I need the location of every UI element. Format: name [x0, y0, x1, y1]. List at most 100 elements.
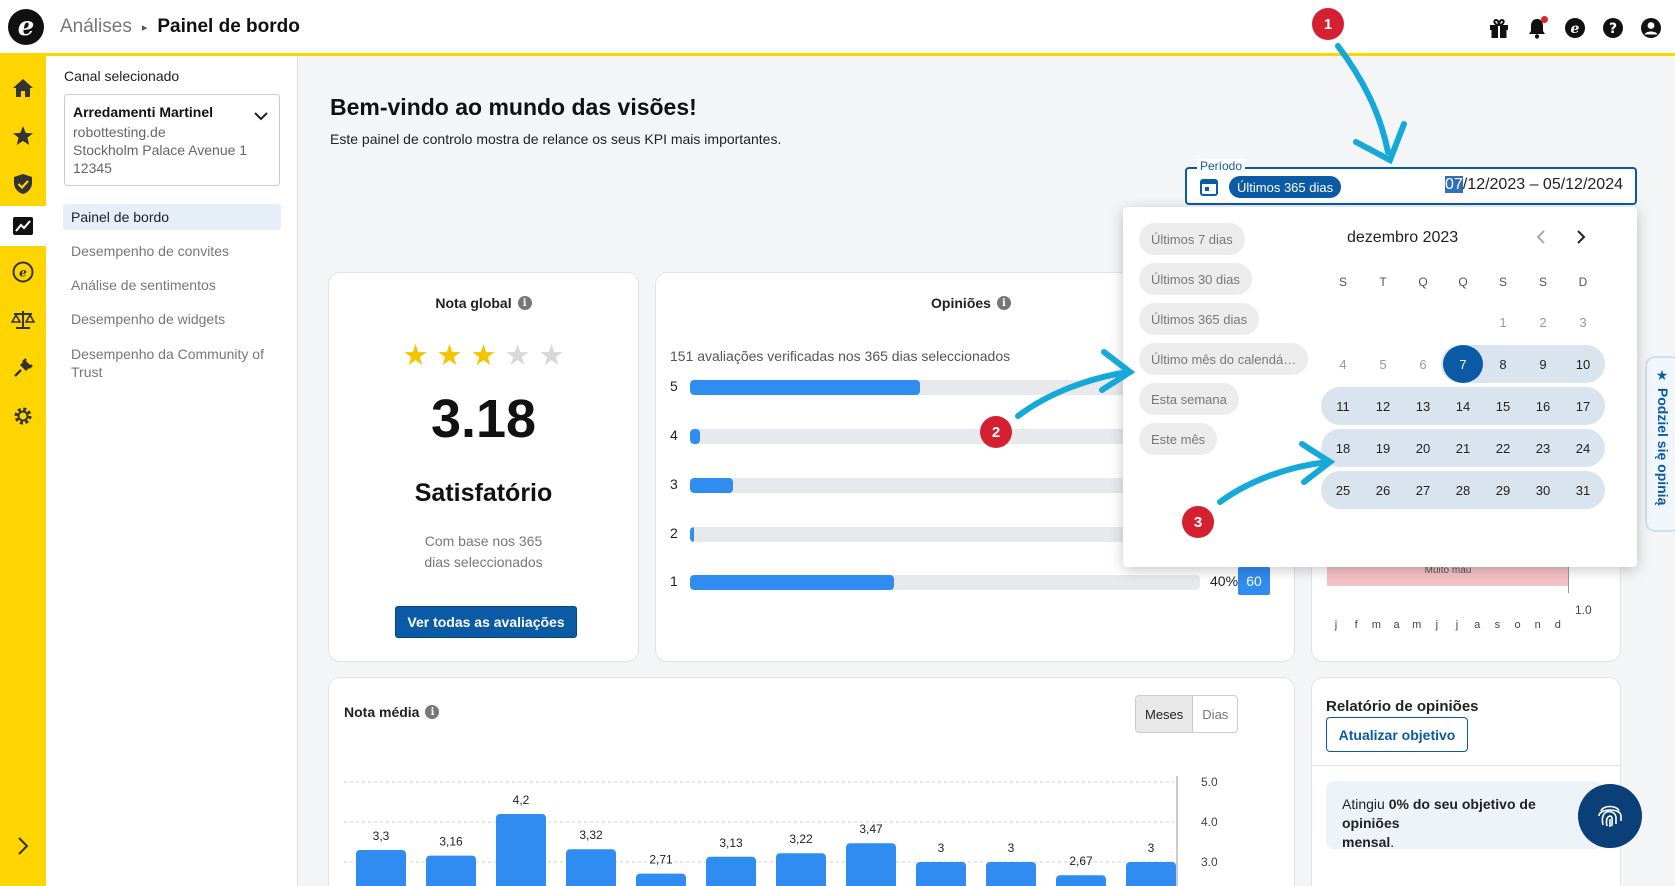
calendar-day[interactable]: 12: [1363, 387, 1403, 425]
feedback-side-tab[interactable]: ★ Podziel się opinią: [1645, 356, 1675, 532]
calendar-day[interactable]: 6: [1403, 345, 1443, 383]
chevron-down-icon[interactable]: [253, 107, 269, 125]
period-range[interactable]: 07/12/2023 – 05/12/2024: [1445, 176, 1623, 194]
brand-circle-icon[interactable]: e: [1563, 16, 1587, 40]
chart-bar[interactable]: [846, 843, 896, 886]
period-start-day[interactable]: 07: [1445, 176, 1463, 193]
calendar-day[interactable]: 26: [1363, 471, 1403, 509]
chevron-left-icon[interactable]: [1535, 229, 1547, 250]
chart-bar[interactable]: [636, 873, 686, 886]
calendar-day[interactable]: 9: [1523, 345, 1563, 383]
calendar-day[interactable]: 25: [1323, 471, 1363, 509]
calendar-day[interactable]: 28: [1443, 471, 1483, 509]
calendar-day[interactable]: 4: [1323, 345, 1363, 383]
chart-bar-label: 3,13: [719, 836, 743, 850]
calendar-day[interactable]: 29: [1483, 471, 1523, 509]
quick-range-option[interactable]: Últimos 7 dias: [1139, 223, 1245, 255]
chevron-right-icon[interactable]: [1575, 229, 1587, 250]
scales-icon[interactable]: [0, 300, 46, 340]
star-filled-icon: ★: [470, 340, 497, 372]
quick-range-option[interactable]: Último mês do calendá…: [1139, 343, 1309, 375]
calendar-day[interactable]: 14: [1443, 387, 1483, 425]
calendar-day[interactable]: 24: [1563, 429, 1603, 467]
breadcrumb-parent[interactable]: Análises: [60, 16, 132, 38]
quick-range-option[interactable]: Este mês: [1139, 423, 1218, 455]
calendar-icon[interactable]: [1199, 177, 1219, 202]
sidebar-item-community[interactable]: Desempenho da Community of Trust: [63, 340, 281, 380]
calendar-day[interactable]: 19: [1363, 429, 1403, 467]
calendar-day[interactable]: 31: [1563, 471, 1603, 509]
channel-address: Stockholm Palace Avenue 1: [73, 142, 248, 158]
calendar-day[interactable]: 15: [1483, 387, 1523, 425]
quick-range-option[interactable]: Últimos 30 dias: [1139, 263, 1252, 295]
gift-icon[interactable]: [1487, 16, 1511, 40]
sidebar-item-convites[interactable]: Desempenho de convites: [63, 238, 281, 264]
gear-icon[interactable]: [0, 396, 46, 436]
bell-icon[interactable]: [1525, 16, 1549, 40]
calendar-day[interactable]: 2: [1523, 303, 1563, 341]
period-chip[interactable]: Últimos 365 dias: [1229, 176, 1342, 198]
opinion-bar-fill: [690, 429, 701, 444]
period-field[interactable]: Período Últimos 365 dias 07/12/2023 – 05…: [1185, 159, 1637, 205]
calendar-day[interactable]: 5: [1363, 345, 1403, 383]
plug-icon[interactable]: [0, 348, 46, 388]
chart-bar[interactable]: [776, 853, 826, 886]
opinion-row[interactable]: 1 40% 60: [670, 567, 1290, 595]
chart-bar-label: 3: [1148, 841, 1155, 855]
analytics-chart-icon[interactable]: [0, 206, 46, 246]
calendar-day[interactable]: 18: [1323, 429, 1363, 467]
chart-bar[interactable]: [566, 849, 616, 886]
breadcrumb-separator-icon: ▸: [141, 21, 148, 34]
calendar-day[interactable]: 11: [1323, 387, 1363, 425]
chart-bar[interactable]: [986, 862, 1036, 886]
user-account-icon[interactable]: [1639, 16, 1663, 40]
nota-media-card: Nota média i Meses Dias 5.0 4.0 3.0 3,3 3,16…: [328, 677, 1295, 886]
opinion-star-label: 1: [670, 573, 678, 589]
opinion-count[interactable]: 60: [1238, 567, 1270, 595]
quick-range-option[interactable]: Esta semana: [1139, 383, 1239, 415]
chart-bar[interactable]: [426, 855, 476, 886]
calendar-day[interactable]: 17: [1563, 387, 1603, 425]
opinioes-title-text: Opiniões: [931, 295, 991, 311]
calendar-day[interactable]: 21: [1443, 429, 1483, 467]
chart-bar[interactable]: [1126, 862, 1176, 886]
chart-bar[interactable]: [706, 856, 756, 886]
calendar-day[interactable]: 3: [1563, 303, 1603, 341]
calendar-day[interactable]: 23: [1523, 429, 1563, 467]
calendar-day[interactable]: 22: [1483, 429, 1523, 467]
home-icon[interactable]: [0, 68, 46, 108]
help-icon[interactable]: ?: [1601, 16, 1625, 40]
channel-selector[interactable]: Arredamenti Martinel robottesting.de Sto…: [64, 94, 280, 186]
sidebar-item-sentimentos[interactable]: Análise de sentimentos: [63, 272, 281, 298]
calendar-day[interactable]: 16: [1523, 387, 1563, 425]
expand-chevron-icon[interactable]: [0, 826, 46, 866]
calendar-day[interactable]: 30: [1523, 471, 1563, 509]
chart-bar-label: 3,47: [859, 822, 883, 836]
fingerprint-icon[interactable]: [1578, 784, 1642, 848]
annotation-marker-2: 2: [980, 416, 1012, 448]
calendar-day[interactable]: 8: [1483, 345, 1523, 383]
info-icon[interactable]: i: [517, 296, 532, 310]
chart-bar[interactable]: [496, 814, 546, 886]
calendar-day[interactable]: 7: [1443, 345, 1483, 383]
calendar-day[interactable]: 1: [1483, 303, 1523, 341]
calendar-day[interactable]: 20: [1403, 429, 1443, 467]
quick-range-option[interactable]: Últimos 365 dias: [1139, 303, 1260, 335]
info-icon[interactable]: i: [996, 296, 1011, 310]
chart-bar[interactable]: [916, 862, 966, 886]
calendar-day[interactable]: 13: [1403, 387, 1443, 425]
brand-logo[interactable]: e: [8, 9, 44, 45]
calendar-day[interactable]: 27: [1403, 471, 1443, 509]
calendar-day[interactable]: 10: [1563, 345, 1603, 383]
view-all-reviews-button[interactable]: Ver todas as avaliações: [395, 606, 577, 638]
chart-bar[interactable]: [356, 850, 406, 886]
shield-check-icon[interactable]: [0, 164, 46, 204]
brand-e-icon[interactable]: e: [0, 252, 46, 292]
sidebar-item-painel[interactable]: Painel de bordo: [63, 204, 281, 230]
update-goal-button[interactable]: Atualizar objetivo: [1326, 717, 1468, 752]
top-icons: e ?: [1487, 16, 1663, 40]
goal-percent: 0%: [1388, 796, 1409, 812]
star-icon[interactable]: [0, 116, 46, 156]
chart-bar[interactable]: [1056, 875, 1106, 886]
sidebar-item-widgets[interactable]: Desempenho de widgets: [63, 306, 281, 332]
